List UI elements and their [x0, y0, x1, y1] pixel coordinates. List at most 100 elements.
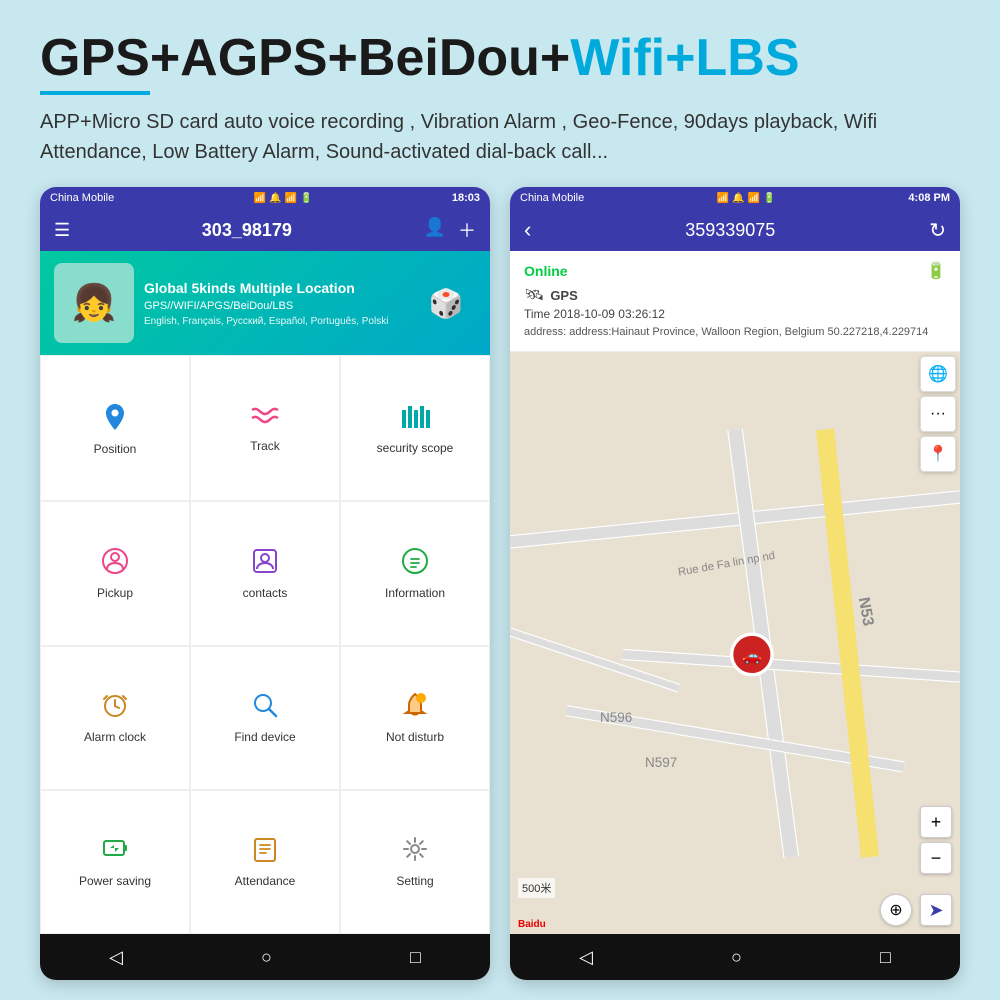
info-panel: Online 🔋 🛰 GPS Time 2018-10-09 03:26:12 … — [510, 251, 960, 351]
information-label: Information — [385, 586, 445, 600]
setting-icon — [401, 835, 429, 868]
banner-subtitle: GPS//WIFI/APGS/BeiDou/LBS — [144, 300, 406, 312]
banner-text: Global 5kinds Multiple Location GPS//WIF… — [144, 280, 406, 327]
status-bar-right: China Mobile 📶 🔔 📶 🔋 4:08 PM — [510, 187, 960, 209]
title-blue: Wifi+LBS — [570, 29, 799, 87]
banner-cube: 🎲 — [416, 263, 476, 343]
zoom-in-btn[interactable]: + — [920, 806, 952, 838]
zoom-out-btn[interactable]: − — [920, 842, 952, 874]
app-header-left: ☰ 303_98179 👤 ＋ — [40, 209, 490, 251]
banner-left: 👧 Global 5kinds Multiple Location GPS//W… — [40, 251, 490, 355]
status-bar-left: China Mobile 📶 🔔 📶 🔋 18:03 — [40, 187, 490, 209]
page-container: GPS+AGPS+BeiDou+Wifi+LBS APP+Micro SD ca… — [0, 0, 1000, 1000]
grid-item-power[interactable]: Power saving — [40, 790, 190, 934]
banner-languages: English, Français, Русский, Español, Por… — [144, 316, 406, 327]
time-row: Time 2018-10-09 03:26:12 — [524, 307, 946, 321]
grid-menu: Position Track — [40, 355, 490, 934]
title-black: GPS+AGPS+BeiDou+ — [40, 29, 570, 87]
page-title: GPS+AGPS+BeiDou+Wifi+LBS — [40, 30, 960, 87]
map-container: N53 N596 N597 Rue de Fa lin np nd 🚗 🌐 ··… — [510, 352, 960, 934]
grid-item-track[interactable]: Track — [190, 355, 340, 501]
time-left: 18:03 — [452, 192, 480, 204]
map-header-right: ‹ 359339075 ↻ — [510, 209, 960, 251]
contacts-label: contacts — [243, 586, 288, 600]
disturb-icon — [401, 691, 429, 724]
grid-item-setting[interactable]: Setting — [340, 790, 490, 934]
address-row: address: address:Hainaut Province, Wallo… — [524, 325, 946, 340]
svg-text:N597: N597 — [645, 755, 677, 770]
more-btn[interactable]: ··· — [920, 396, 956, 432]
online-status: Online 🔋 — [524, 261, 946, 281]
nav-bar-right: ◁ ○ □ — [510, 934, 960, 980]
grid-item-information[interactable]: Information — [340, 501, 490, 645]
user-icon[interactable]: 👤 — [424, 217, 446, 243]
banner-title: Global 5kinds Multiple Location — [144, 280, 406, 296]
find-icon — [251, 691, 279, 724]
svg-text:N596: N596 — [600, 710, 632, 725]
nav-arrow-btn[interactable]: ➤ — [920, 894, 952, 926]
device-id-left: 303_98179 — [202, 220, 292, 241]
contacts-icon — [251, 547, 279, 580]
title-underline — [40, 91, 150, 95]
add-icon[interactable]: ＋ — [458, 217, 476, 243]
attendance-icon — [251, 835, 279, 868]
grid-item-pickup[interactable]: Pickup — [40, 501, 190, 645]
menu-icon[interactable]: ☰ — [54, 220, 70, 241]
nav-bar-left: ◁ ○ □ — [40, 934, 490, 980]
back-btn-right[interactable]: ‹ — [524, 217, 531, 243]
grid-item-position[interactable]: Position — [40, 355, 190, 501]
information-icon — [401, 547, 429, 580]
carrier-left: China Mobile — [50, 192, 114, 204]
time-right: 4:08 PM — [908, 192, 950, 204]
pickup-label: Pickup — [97, 586, 133, 600]
subtitle-text: APP+Micro SD card auto voice recording ,… — [40, 107, 960, 167]
compass-btn[interactable]: ⊕ — [880, 894, 912, 926]
recent-btn-right[interactable]: □ — [880, 947, 891, 968]
status-icons-right: 📶 🔔 📶 🔋 — [717, 193, 776, 204]
phones-row: China Mobile 📶 🔔 📶 🔋 18:03 ☰ 303_98179 👤… — [40, 187, 960, 980]
power-label: Power saving — [79, 874, 151, 888]
map-sidebar: 🌐 ··· 📍 — [920, 356, 956, 472]
refresh-btn[interactable]: ↻ — [929, 218, 946, 243]
carrier-right: China Mobile — [520, 192, 584, 204]
grid-item-alarm[interactable]: Alarm clock — [40, 646, 190, 790]
grid-item-find[interactable]: Find device — [190, 646, 340, 790]
gps-label: GPS — [550, 288, 577, 303]
grid-item-disturb[interactable]: Not disturb — [340, 646, 490, 790]
gps-symbol: 🛰 — [524, 285, 544, 305]
pickup-icon — [101, 547, 129, 580]
home-btn-left[interactable]: ○ — [261, 947, 272, 968]
back-btn-left[interactable]: ◁ — [109, 947, 123, 968]
alarm-label: Alarm clock — [84, 730, 146, 744]
phone-right: China Mobile 📶 🔔 📶 🔋 4:08 PM ‹ 359339075… — [510, 187, 960, 980]
map-logo: Baidu — [518, 919, 546, 930]
target-btn[interactable]: 📍 — [920, 436, 956, 472]
grid-item-security[interactable]: security scope — [340, 355, 490, 501]
online-text: Online — [524, 263, 568, 279]
device-id-right: 359339075 — [685, 220, 775, 241]
app-header-icons: 👤 ＋ — [424, 217, 476, 243]
find-label: Find device — [234, 730, 295, 744]
home-btn-right[interactable]: ○ — [731, 947, 742, 968]
back-btn-right-nav[interactable]: ◁ — [579, 947, 593, 968]
track-label: Track — [250, 439, 280, 453]
svg-text:🚗: 🚗 — [742, 648, 762, 665]
globe-btn[interactable]: 🌐 — [920, 356, 956, 392]
security-icon — [400, 402, 430, 435]
recent-btn-left[interactable]: □ — [410, 947, 421, 968]
alarm-icon — [101, 691, 129, 724]
banner-child-image: 👧 — [54, 263, 134, 343]
position-icon — [100, 401, 130, 436]
status-icons-left: 📶 🔔 📶 🔋 — [254, 193, 313, 204]
map-controls: + − — [920, 806, 952, 874]
grid-item-attendance[interactable]: Attendance — [190, 790, 340, 934]
map-scale: 500米 — [518, 878, 555, 898]
security-label: security scope — [377, 441, 454, 455]
power-icon — [101, 835, 129, 868]
gps-row: 🛰 GPS — [524, 285, 946, 305]
battery-icon: 🔋 — [926, 261, 946, 281]
grid-item-contacts[interactable]: contacts — [190, 501, 340, 645]
header-section: GPS+AGPS+BeiDou+Wifi+LBS APP+Micro SD ca… — [40, 30, 960, 187]
track-icon — [250, 404, 280, 433]
setting-label: Setting — [396, 874, 433, 888]
